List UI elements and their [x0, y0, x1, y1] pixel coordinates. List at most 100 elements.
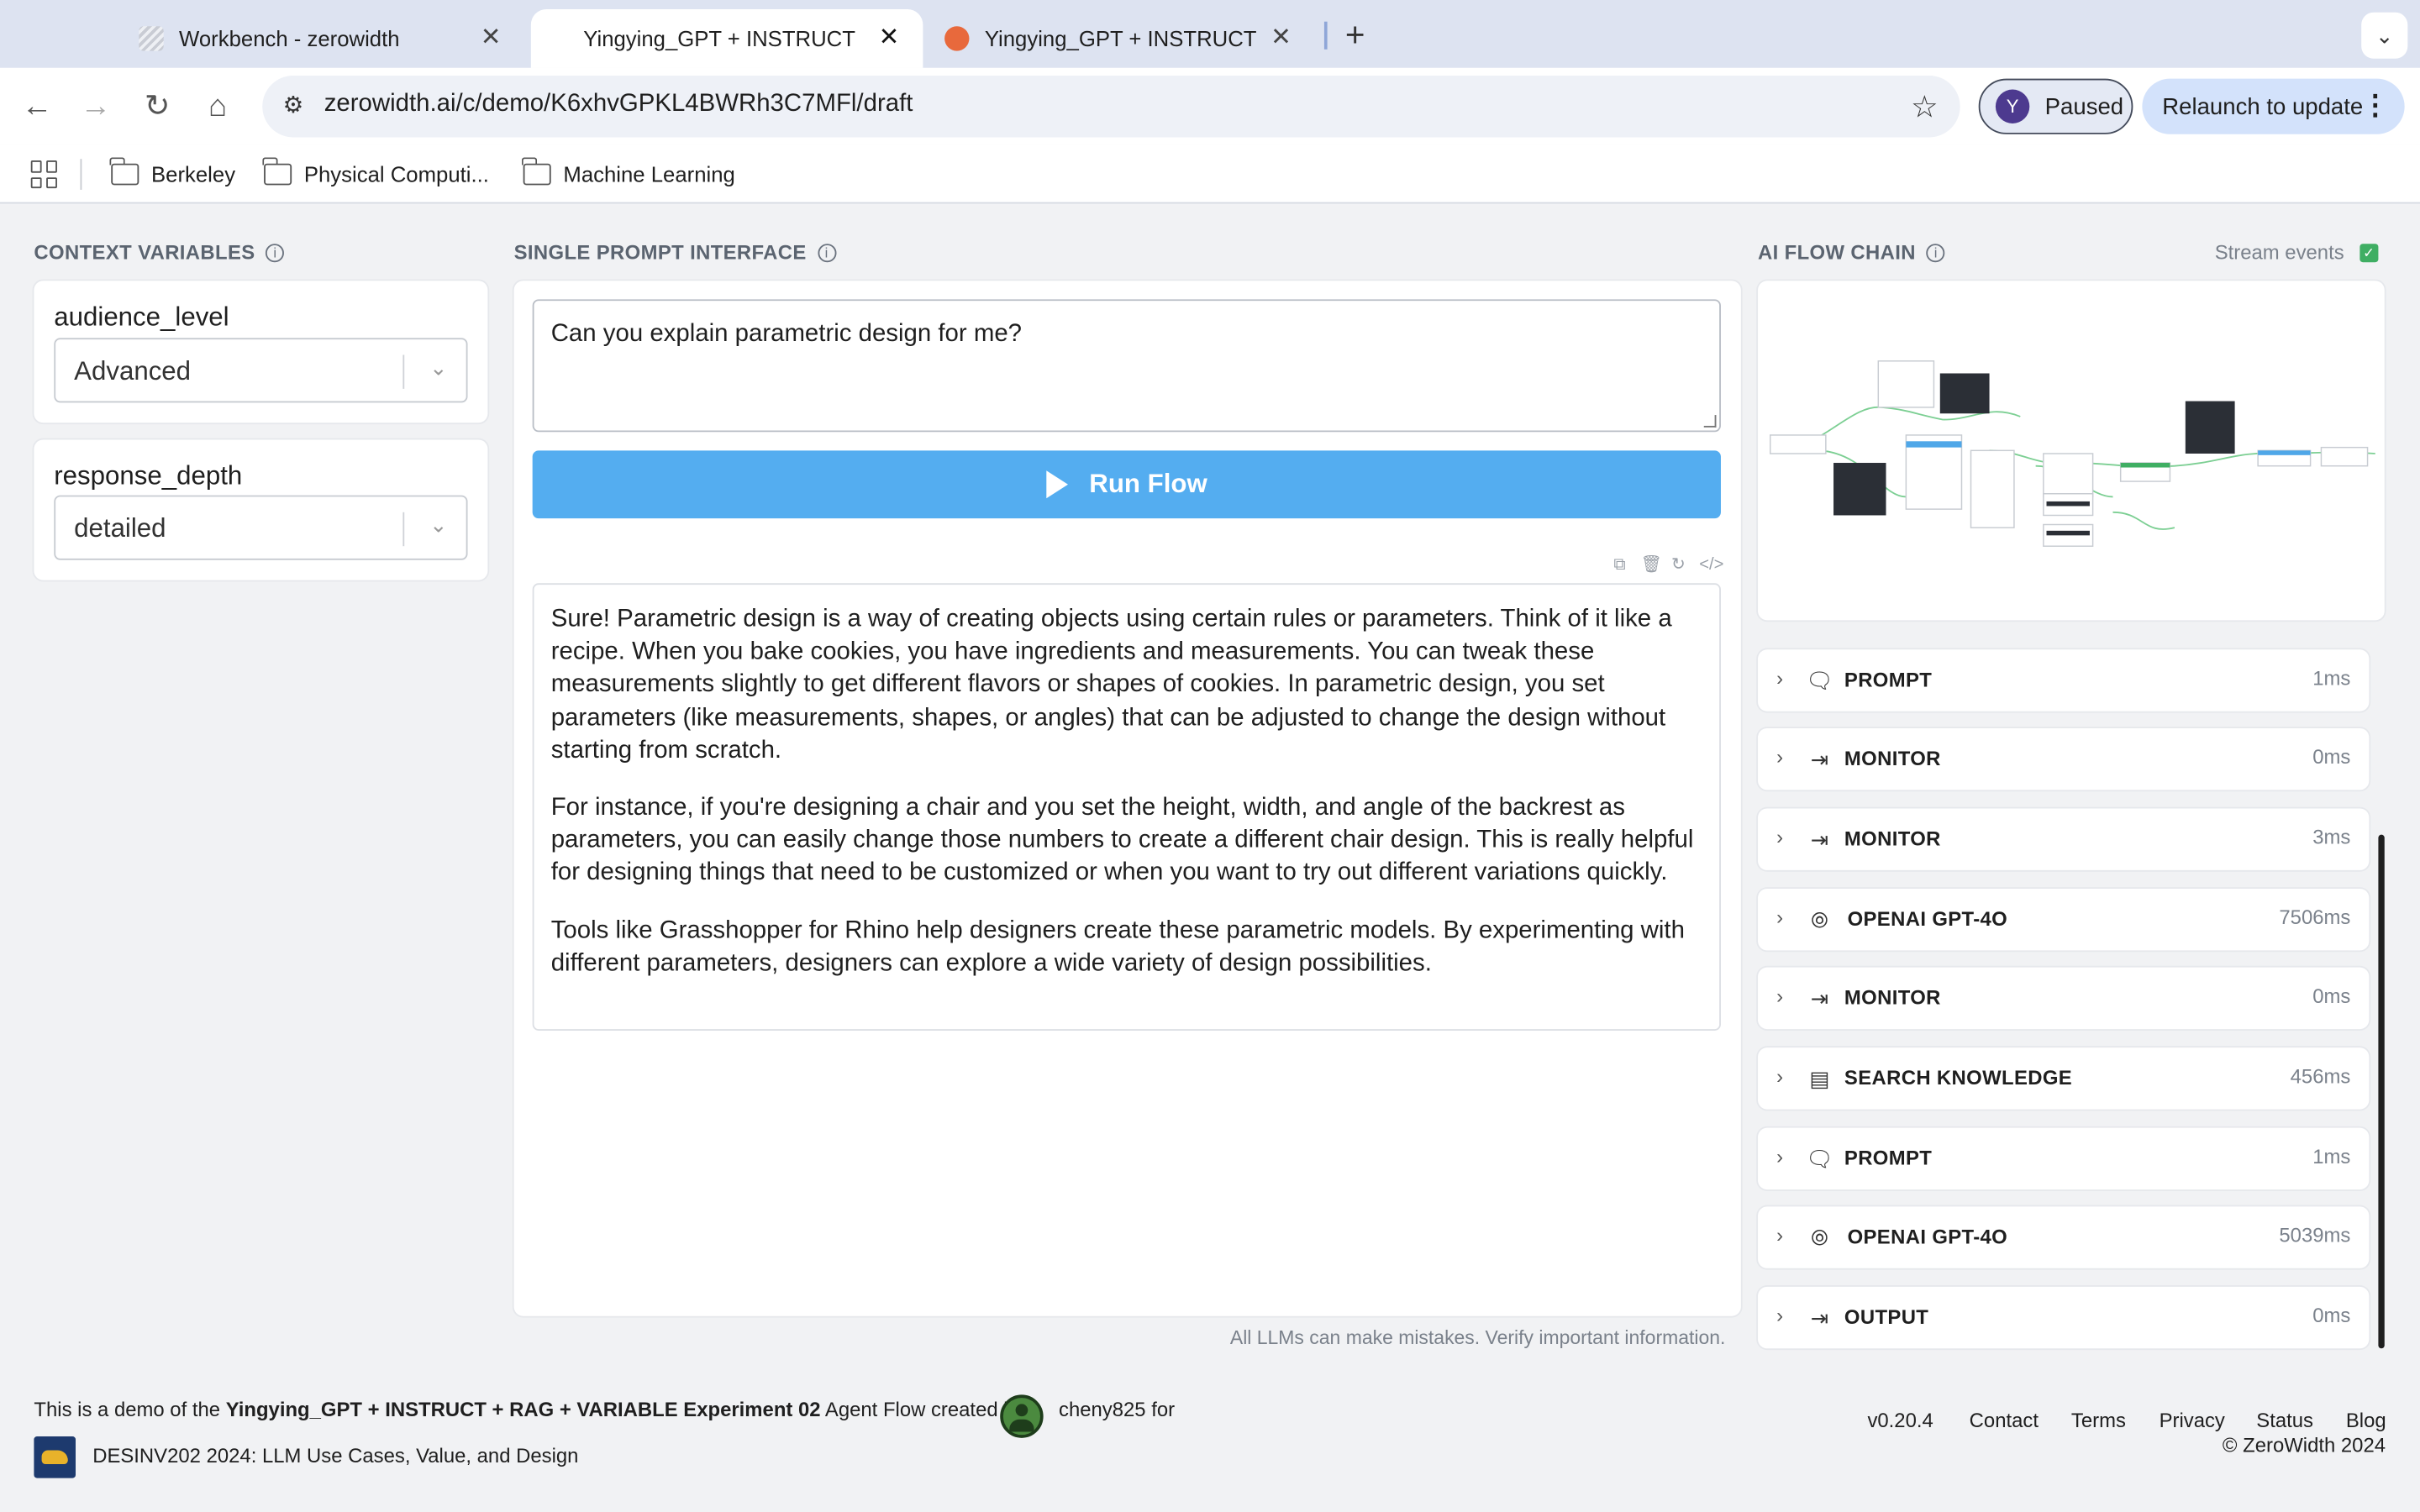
tab-current[interactable]: Yingying_GPT + INSTRUCT + RAG + VARIABLE… [530, 9, 923, 68]
flow-step-output[interactable]: › ⇥ OUTPUT 0ms [1758, 1286, 2370, 1349]
user-avatar-icon [1000, 1394, 1044, 1438]
flow-step-openai[interactable]: › ⦾ OPENAI GPT-4O 5039ms [1758, 1206, 2370, 1268]
chevron-right-icon[interactable]: › [1776, 1145, 1783, 1168]
chevron-down-icon[interactable]: ⌄ [429, 512, 448, 538]
footer-link-blog[interactable]: Blog [2346, 1409, 2386, 1432]
folder-icon [110, 157, 139, 186]
author-name[interactable]: cheny825 for [1059, 1398, 1175, 1421]
flow-step-prompt[interactable]: › 🗨 PROMPT 1ms [1758, 1127, 2370, 1190]
response-depth-select[interactable]: detailed ⌄ [54, 495, 468, 560]
footer-link-status[interactable]: Status [2256, 1409, 2313, 1432]
tab-strip: Workbench - zerowidth ✕ Yingying_GPT + I… [0, 0, 2420, 68]
footer-link-terms[interactable]: Terms [2071, 1409, 2126, 1432]
profile-button[interactable]: Y Paused [1978, 78, 2133, 134]
chevron-right-icon[interactable]: › [1776, 745, 1783, 769]
flow-list-scrollbar[interactable] [2378, 834, 2385, 1349]
back-arrow-icon[interactable]: ← [18, 88, 55, 125]
chevron-right-icon[interactable]: › [1776, 826, 1783, 849]
code-icon[interactable]: </> [1699, 555, 1723, 574]
context-variables-heading: CONTEXT VARIABLES i [34, 241, 285, 264]
relaunch-button[interactable]: Relaunch to update ⋮ [2142, 78, 2405, 134]
variable-name: audience_level [54, 302, 229, 332]
copy-icon[interactable]: ⧉ [1612, 555, 1628, 574]
flow-diagram-preview[interactable] [1758, 281, 2385, 621]
folder-icon [262, 157, 292, 186]
tab-search-chevron-icon[interactable]: ⌄ [2361, 12, 2408, 59]
tab-other[interactable]: Yingying_GPT + INSTRUCT + RAG + VARIABLE… [944, 9, 1315, 68]
new-tab-button[interactable]: + [1337, 15, 1374, 55]
page-content: CONTEXT VARIABLES i audience_level Advan… [0, 205, 2420, 1512]
variable-card-response-depth: response_depth detailed ⌄ [34, 439, 488, 580]
zerowidth-favicon-icon [139, 26, 164, 51]
apps-grid-icon[interactable] [30, 160, 59, 189]
flow-step-openai[interactable]: › ⦾ OPENAI GPT-4O 7506ms [1758, 888, 2370, 951]
info-icon[interactable]: i [1926, 243, 1945, 262]
bookmark-star-icon[interactable]: ☆ [1911, 88, 1939, 127]
close-tab-icon[interactable]: ✕ [874, 24, 905, 55]
chevron-right-icon[interactable]: › [1776, 1304, 1783, 1327]
folder-icon [522, 157, 551, 186]
flow-step-monitor[interactable]: › ⇥ MONITOR 0ms [1758, 727, 2370, 790]
app-window: Workbench - zerowidth ✕ Yingying_GPT + I… [0, 0, 2420, 1512]
response-paragraph: Sure! Parametric design is a way of crea… [550, 606, 1672, 764]
variable-card-audience-level: audience_level Advanced ⌄ [34, 281, 488, 423]
prompt-textarea[interactable]: Can you explain parametric design for me… [532, 299, 1721, 433]
chevron-right-icon[interactable]: › [1776, 1064, 1783, 1088]
footer-link-contact[interactable]: Contact [1970, 1409, 2039, 1432]
course-name[interactable]: DESINV202 2024: LLM Use Cases, Value, an… [92, 1444, 578, 1467]
flow-step-search-knowledge[interactable]: › ▤ SEARCH KNOWLEDGE 456ms [1758, 1047, 2370, 1110]
checkbox-checked-icon[interactable]: ✓ [2360, 243, 2379, 262]
run-flow-button[interactable]: Run Flow [532, 450, 1721, 519]
chat-icon: 🗨 [1806, 668, 1833, 693]
bookmark-machine-learning[interactable]: Machine Learning [522, 157, 735, 190]
arrow-to-bar-icon: ⇥ [1810, 985, 1829, 1011]
bookmark-berkeley[interactable]: Berkeley [110, 157, 235, 190]
flow-step-monitor[interactable]: › ⇥ MONITOR 3ms [1758, 808, 2370, 870]
browser-toolbar: ← → ↻ ⌂ ⚙ zerowidth.ai/c/demo/K6xhvGPKL4… [0, 67, 2420, 145]
chat-icon: 🗨 [1806, 1146, 1833, 1172]
flow-step-monitor[interactable]: › ⇥ MONITOR 0ms [1758, 967, 2370, 1030]
refresh-icon[interactable]: ↻ [1670, 555, 1686, 574]
chevron-right-icon[interactable]: › [1776, 666, 1783, 690]
chevron-right-icon[interactable]: › [1776, 1224, 1783, 1247]
knowledge-icon: ▤ [1809, 1066, 1830, 1091]
chevron-right-icon[interactable]: › [1776, 906, 1783, 929]
openai-icon: ⦾ [1811, 1225, 1828, 1250]
reload-icon[interactable]: ↻ [139, 88, 176, 125]
flow-chain-heading: AI FLOW CHAIN i [1758, 241, 1945, 264]
arrow-to-bar-icon: ⇥ [1810, 746, 1829, 772]
trash-icon[interactable]: 🗑 [1640, 555, 1662, 574]
close-tab-icon[interactable]: ✕ [476, 24, 507, 55]
flow-name: Yingying_GPT + INSTRUCT + RAG + VARIABLE… [225, 1398, 821, 1421]
stream-events-toggle[interactable]: Stream events ✓ [2215, 241, 2379, 264]
flow-diagram-minimap [1770, 360, 2375, 547]
openai-icon: ⦾ [1811, 907, 1828, 932]
resize-handle[interactable] [1703, 415, 1717, 428]
more-menu-icon[interactable]: ⋮ [2361, 90, 2389, 123]
chevron-right-icon[interactable]: › [1776, 984, 1783, 1008]
arrow-to-bar-icon: ⇥ [1810, 1305, 1829, 1331]
response-paragraph: For instance, if you're designing a chai… [550, 794, 1694, 887]
version-label: v0.20.4 [1867, 1408, 1933, 1432]
profile-avatar: Y [1995, 89, 2030, 123]
tab-workbench[interactable]: Workbench - zerowidth ✕ [139, 9, 524, 68]
orange-favicon-icon [944, 26, 970, 51]
info-icon[interactable]: i [817, 243, 836, 262]
close-tab-icon[interactable]: ✕ [1265, 24, 1297, 55]
address-bar[interactable]: ⚙ zerowidth.ai/c/demo/K6xhvGPKL4BWRh3C7M… [262, 76, 1960, 138]
info-icon[interactable]: i [266, 243, 285, 262]
flow-step-prompt[interactable]: › 🗨 PROMPT 1ms [1758, 649, 2370, 711]
footer-link-privacy[interactable]: Privacy [2160, 1409, 2225, 1432]
forward-arrow-icon[interactable]: → [77, 88, 114, 125]
berkeley-bear-logo [34, 1436, 76, 1478]
bookmarks-separator [80, 159, 82, 190]
prompt-interface-heading: SINGLE PROMPT INTERFACE i [514, 241, 836, 264]
site-settings-icon[interactable]: ⚙ [278, 91, 309, 122]
audience-level-select[interactable]: Advanced ⌄ [54, 338, 468, 403]
footer-credit: This is a demo of the Yingying_GPT + INS… [34, 1398, 1025, 1421]
home-icon[interactable]: ⌂ [199, 88, 236, 125]
url-text[interactable]: zerowidth.ai/c/demo/K6xhvGPKL4BWRh3C7MFl… [324, 91, 913, 118]
bookmark-physical-computing[interactable]: Physical Computi... [262, 157, 489, 190]
copyright-text: © ZeroWidth 2024 [2222, 1433, 2386, 1457]
chevron-down-icon[interactable]: ⌄ [429, 354, 448, 381]
